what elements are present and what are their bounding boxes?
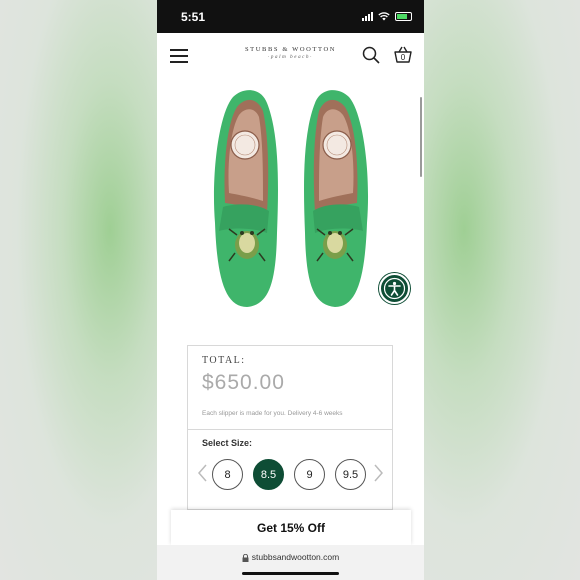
browser-url-bar[interactable]: stubbsandwootton.com [157,545,424,580]
size-option-8[interactable]: 8 [212,459,243,490]
total-price: $650.00 [202,371,285,394]
search-icon[interactable] [362,46,380,64]
brand-subtitle: ·palm beach· [268,55,313,60]
product-image[interactable] [205,83,377,313]
status-time: 5:51 [181,10,206,24]
total-label: TOTAL: [202,355,246,366]
url-display[interactable]: stubbsandwootton.com [157,552,424,562]
total-panel: TOTAL: $650.00 Each slipper is made for … [187,345,393,430]
phone-screen: 5:51 STUBBS & WOOTTON ·palm beach· 0 TOT… [157,0,424,580]
scrollbar[interactable] [420,97,422,177]
brand-name: STUBBS & WOOTTON [244,46,337,53]
battery-icon [395,11,412,21]
signal-icon [362,11,373,21]
size-option-8-5[interactable]: 8.5 [253,459,284,490]
left-slipper [213,90,278,307]
background-blur-left [0,0,157,580]
basket-icon[interactable]: 0 [393,45,413,65]
size-option-9[interactable]: 9 [294,459,325,490]
lock-icon [242,553,249,562]
brand-logo[interactable]: STUBBS & WOOTTON ·palm beach· [157,46,424,60]
delivery-note: Each slipper is made for you. Delivery 4… [202,410,343,417]
right-slipper [304,90,369,307]
accessibility-button[interactable] [379,273,410,304]
site-header: STUBBS & WOOTTON ·palm beach· 0 [157,33,424,81]
status-icons [362,10,412,22]
cart-count: 0 [400,53,406,62]
url-text: stubbsandwootton.com [251,552,340,562]
wifi-icon [378,11,390,20]
home-indicator[interactable] [242,572,339,575]
chevron-right-icon[interactable] [371,463,385,483]
accessibility-icon [383,277,406,300]
discount-button[interactable]: Get 15% Off [171,510,411,545]
size-selector: Select Size: 8 8.5 9 9.5 [187,429,393,510]
status-bar: 5:51 [157,0,424,33]
background-blur-right [424,0,580,580]
size-label: Select Size: [202,438,253,448]
chevron-left-icon[interactable] [196,463,210,483]
size-option-9-5[interactable]: 9.5 [335,459,366,490]
